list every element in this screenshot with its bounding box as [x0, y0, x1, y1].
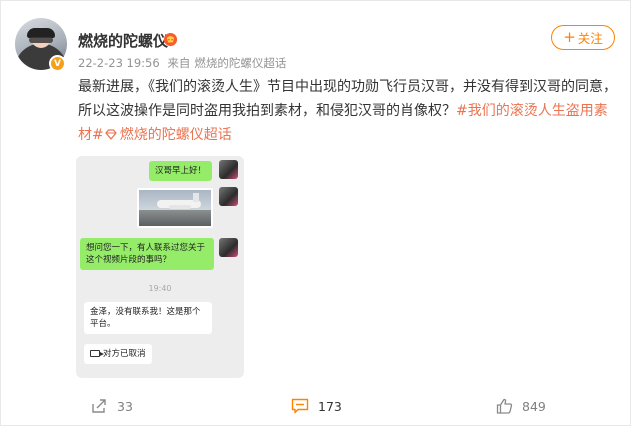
- chat-avatar-self: [219, 238, 238, 257]
- comment-count: 173: [318, 398, 342, 414]
- share-count: 33: [117, 398, 133, 414]
- thumb-ground: [139, 209, 211, 226]
- chat-screenshot-image[interactable]: 汉哥早上好！ 想问您一下，有人联系过您关于这个视频片段的事吗？ 19:40 金泽…: [76, 156, 244, 378]
- like-icon: [496, 398, 513, 414]
- chat-timestamp: 19:40: [148, 284, 172, 293]
- post-meta: 22-2-23 19:56 来自 燃烧的陀螺仪超话: [78, 55, 290, 71]
- chat-avatar-self: [219, 187, 238, 206]
- call-cancelled-label: 对方已取消: [103, 349, 146, 359]
- chat-call-cancelled: 对方已取消: [84, 344, 152, 364]
- comment-button[interactable]: 173: [291, 398, 342, 414]
- video-call-icon: [90, 350, 104, 357]
- like-count: 849: [522, 398, 546, 414]
- weibo-post-card: V 燃烧的陀螺仪 22-2-23 19:56 来自 燃烧的陀螺仪超话 + 关注 最…: [0, 0, 631, 426]
- supertopic-diamond-icon: [105, 129, 117, 140]
- plus-icon: +: [563, 28, 576, 46]
- chat-message-reply: 金泽，没有联系我！这是那个平台。: [84, 302, 212, 334]
- post-text: 最新进展，《我们的滚烫人生》节目中出现的功勋飞行员汉哥，并没有得到汉哥的同意，所…: [78, 75, 618, 147]
- chat-message-greeting: 汉哥早上好！: [149, 161, 213, 181]
- vip-badge-icon: [163, 32, 178, 47]
- post-source-prefix: 来自: [167, 56, 191, 70]
- chat-message-question: 想问您一下，有人联系过您关于这个视频片段的事吗？: [80, 238, 214, 270]
- share-button[interactable]: 33: [91, 398, 133, 414]
- supertopic-link[interactable]: 燃烧的陀螺仪超话: [120, 127, 232, 143]
- author-name[interactable]: 燃烧的陀螺仪: [78, 30, 168, 51]
- post-timestamp[interactable]: 22-2-23 19:56: [78, 56, 160, 70]
- follow-button[interactable]: + 关注: [551, 25, 615, 50]
- share-icon: [92, 399, 106, 413]
- comment-icon: [291, 398, 309, 414]
- thumb-tail: [193, 193, 199, 202]
- post-source[interactable]: 燃烧的陀螺仪超话: [194, 56, 286, 70]
- thumb-wing: [169, 205, 191, 209]
- verified-badge-icon: V: [49, 55, 66, 72]
- chat-avatar-self: [219, 160, 238, 179]
- chat-video-thumbnail: [137, 188, 213, 228]
- like-button[interactable]: 849: [496, 398, 546, 414]
- follow-label: 关注: [577, 31, 603, 46]
